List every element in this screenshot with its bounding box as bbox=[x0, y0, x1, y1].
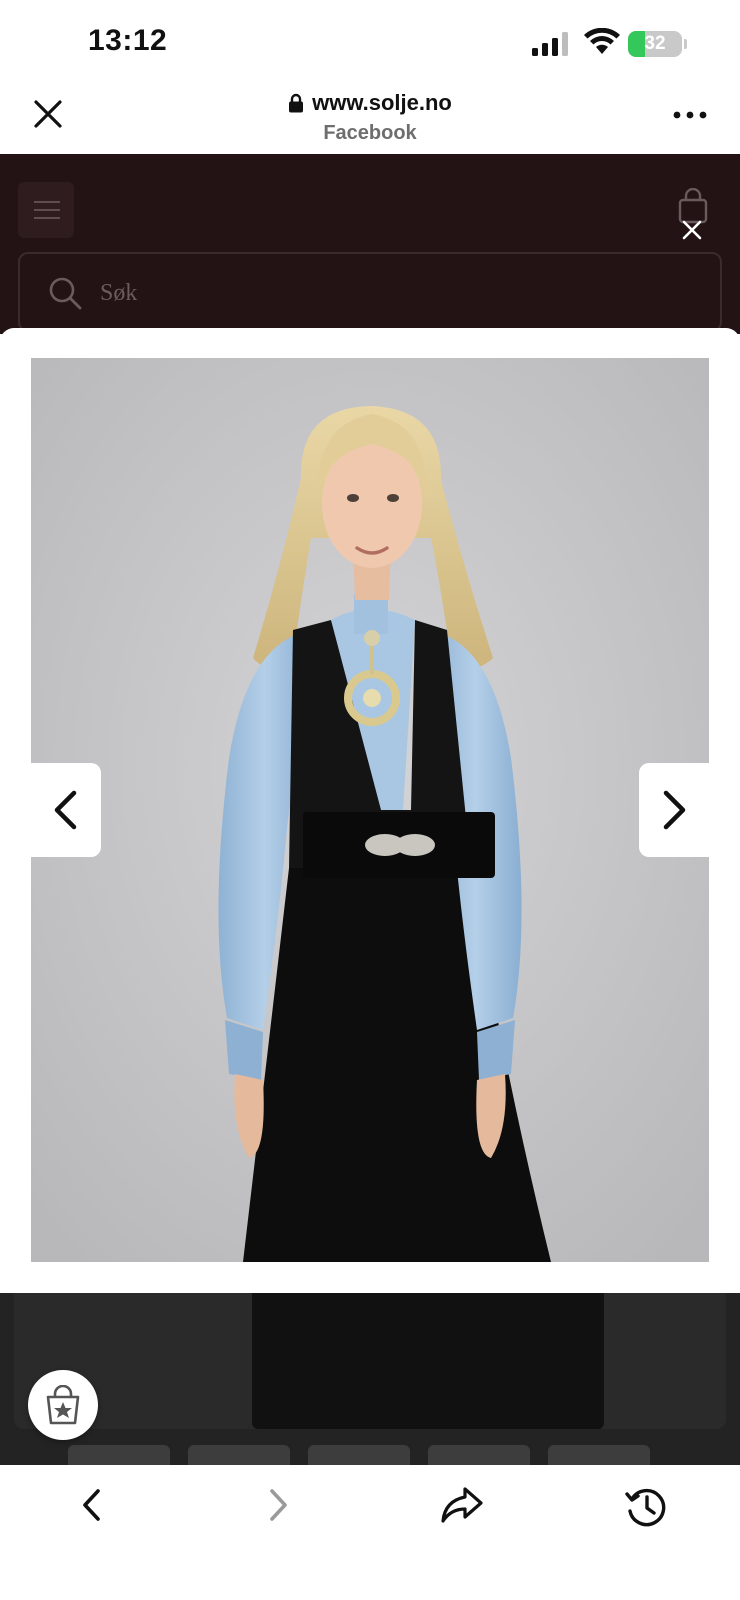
back-button[interactable] bbox=[64, 1485, 120, 1531]
status-time: 13:12 bbox=[88, 24, 168, 57]
more-icon[interactable] bbox=[672, 110, 708, 120]
chevron-left-icon bbox=[54, 790, 77, 830]
share-icon bbox=[441, 1487, 483, 1523]
search-placeholder: Søk bbox=[100, 280, 138, 306]
url-display[interactable]: www.solje.no Facebook bbox=[0, 90, 740, 145]
site-header: Søk bbox=[0, 154, 740, 334]
page-content-dimmed bbox=[0, 1293, 740, 1465]
chevron-left-icon bbox=[83, 1489, 100, 1521]
product-image-backdrop bbox=[14, 1293, 726, 1429]
share-button[interactable] bbox=[434, 1485, 490, 1531]
history-icon bbox=[625, 1488, 666, 1527]
previous-image-button[interactable] bbox=[31, 763, 101, 857]
thumbnail[interactable] bbox=[308, 1445, 410, 1465]
history-button[interactable] bbox=[618, 1485, 674, 1531]
image-lightbox bbox=[0, 328, 740, 1293]
battery-tip bbox=[684, 39, 687, 49]
browser-header: www.solje.no Facebook bbox=[0, 82, 740, 154]
product-image-partial bbox=[252, 1293, 604, 1429]
url-text: www.solje.no bbox=[312, 90, 452, 115]
lock-icon bbox=[289, 93, 304, 113]
chevron-right-icon bbox=[270, 1489, 287, 1521]
cellular-signal-icon bbox=[532, 32, 568, 56]
close-icon[interactable] bbox=[680, 218, 704, 242]
thumbnail[interactable] bbox=[428, 1445, 530, 1465]
status-bar: 13:12 32 bbox=[0, 0, 740, 82]
shop-button[interactable] bbox=[28, 1370, 98, 1440]
wifi-icon bbox=[584, 28, 620, 54]
chevron-right-icon bbox=[663, 790, 686, 830]
thumbnail[interactable] bbox=[188, 1445, 290, 1465]
source-label: Facebook bbox=[323, 122, 417, 144]
battery-icon: 32 bbox=[628, 31, 682, 57]
search-field[interactable]: Søk bbox=[18, 252, 722, 332]
next-image-button[interactable] bbox=[639, 763, 709, 857]
menu-icon[interactable] bbox=[18, 182, 74, 238]
battery-level: 32 bbox=[644, 33, 666, 54]
shopping-bag-star-icon bbox=[46, 1385, 80, 1425]
thumbnail[interactable] bbox=[548, 1445, 650, 1465]
search-icon bbox=[49, 277, 82, 310]
thumbnail[interactable] bbox=[68, 1445, 170, 1465]
browser-toolbar bbox=[0, 1465, 740, 1600]
product-photo bbox=[31, 358, 709, 1262]
forward-button[interactable] bbox=[250, 1485, 306, 1531]
